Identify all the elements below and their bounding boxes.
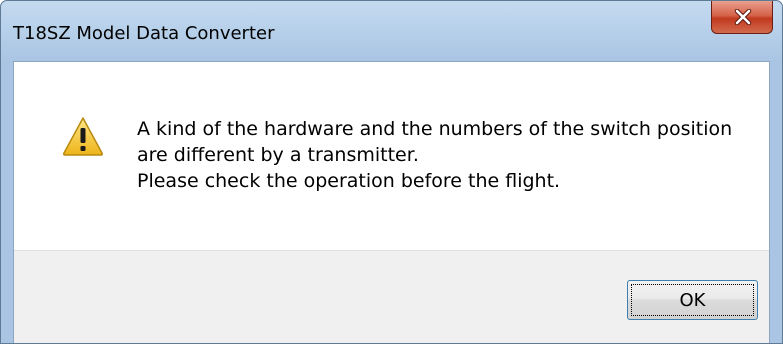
ok-button[interactable]: OK [627, 280, 758, 320]
message-line: are different by a transmitter. [137, 144, 419, 166]
window-title: T18SZ Model Data Converter [13, 23, 275, 44]
dialog-client-area: A kind of the hardware and the numbers o… [13, 61, 770, 343]
close-icon [734, 9, 752, 25]
close-button[interactable] [711, 1, 773, 34]
message-line: Please check the operation before the fl… [137, 170, 561, 192]
dialog-window: T18SZ Model Data Converter A kind of the… [0, 0, 783, 344]
button-bar: OK [14, 250, 769, 343]
message-text: A kind of the hardware and the numbers o… [137, 116, 732, 194]
title-bar[interactable]: T18SZ Model Data Converter [1, 1, 782, 61]
warning-icon [62, 117, 104, 156]
message-line: A kind of the hardware and the numbers o… [137, 118, 733, 140]
message-area: A kind of the hardware and the numbers o… [14, 62, 769, 250]
ok-button-label: OK [631, 284, 754, 316]
